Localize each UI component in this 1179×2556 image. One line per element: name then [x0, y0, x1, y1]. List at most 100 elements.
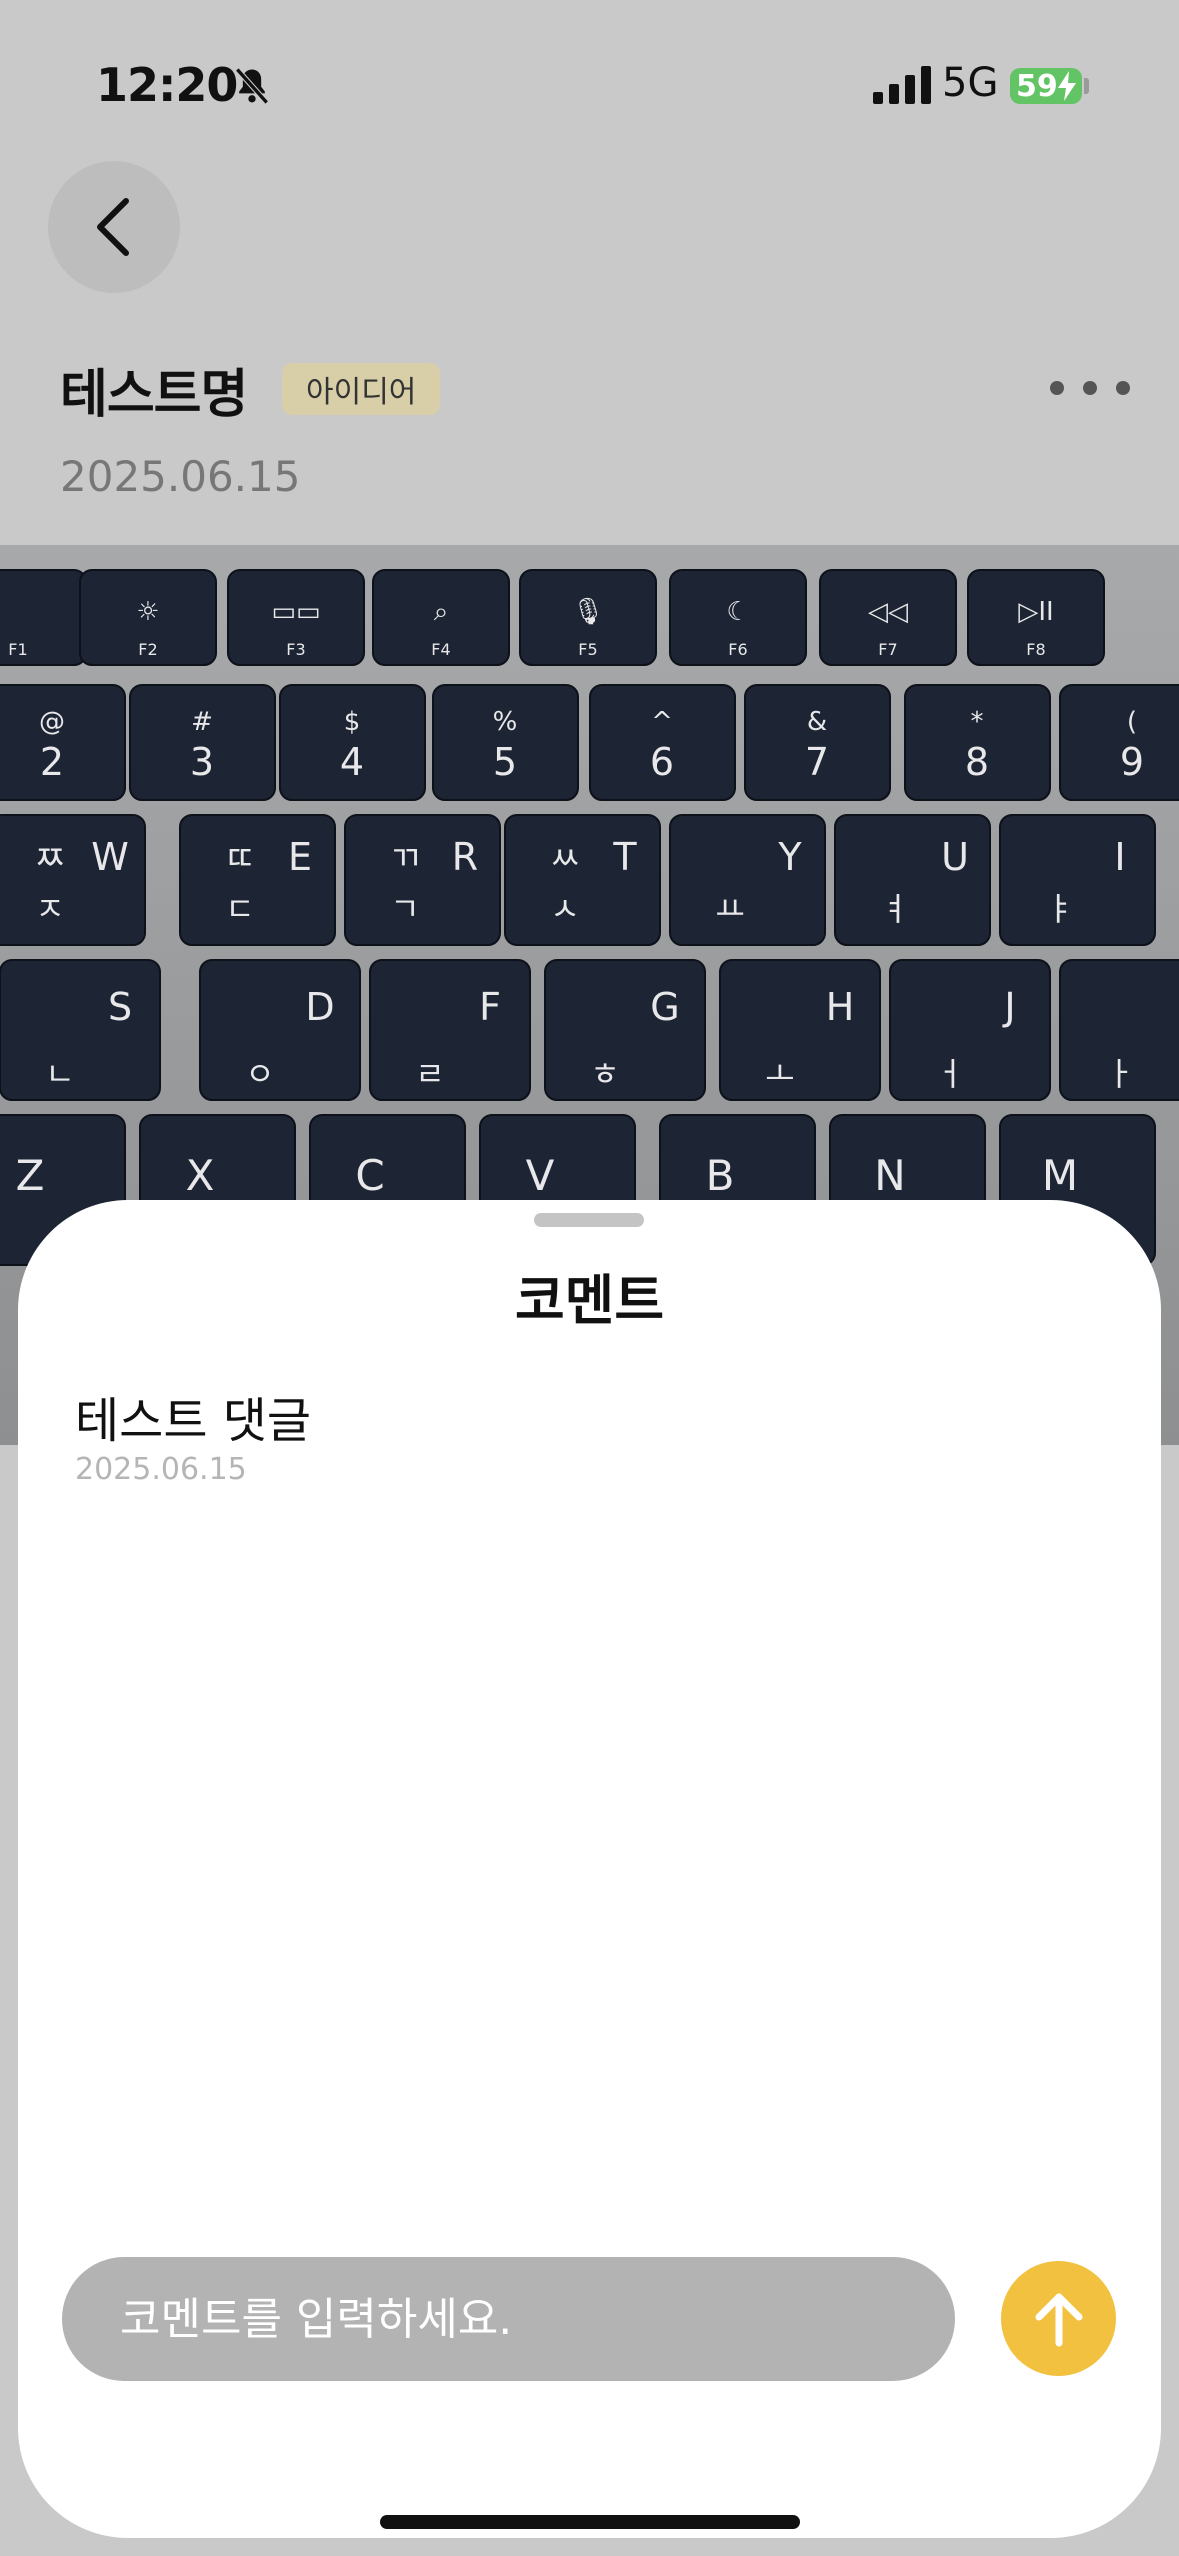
- svg-text:&: &: [807, 707, 827, 737]
- svg-text:C: C: [355, 1151, 384, 1200]
- svg-text:▭▭: ▭▭: [271, 597, 320, 627]
- svg-text:ㄲ: ㄲ: [389, 839, 420, 879]
- comment-input[interactable]: [62, 2257, 955, 2381]
- svg-text:V: V: [526, 1151, 555, 1200]
- svg-text:ㅏ: ㅏ: [1105, 1055, 1134, 1093]
- svg-text:☾: ☾: [726, 597, 749, 627]
- svg-text:🎙: 🎙: [571, 597, 604, 627]
- keyboard-key: @2: [0, 684, 126, 801]
- svg-text:ㅇ: ㅇ: [245, 1055, 274, 1093]
- keyboard-key: ◁◁ F7: [819, 569, 957, 666]
- send-button[interactable]: [1001, 2261, 1116, 2376]
- keyboard-key: ^6: [589, 684, 736, 801]
- svg-text:F1: F1: [8, 640, 27, 659]
- svg-text:ㅕ: ㅕ: [880, 890, 909, 928]
- keyboard-key: Fㄹ: [369, 959, 531, 1101]
- svg-text:ㅅ: ㅅ: [550, 890, 579, 928]
- svg-text:F5: F5: [578, 640, 597, 659]
- keyboard-key: %5: [432, 684, 579, 801]
- svg-text:ㅓ: ㅓ: [935, 1055, 964, 1093]
- network-label: 5G: [942, 60, 999, 106]
- svg-text:ㅈ: ㅈ: [35, 890, 64, 928]
- svg-text:$: $: [344, 707, 361, 737]
- svg-text:ㅑ: ㅑ: [1045, 890, 1074, 928]
- sheet-grabber[interactable]: [534, 1213, 644, 1227]
- svg-text:M: M: [1042, 1151, 1078, 1200]
- svg-text:(: (: [1127, 707, 1137, 737]
- svg-text:ㄸ: ㄸ: [224, 839, 255, 879]
- svg-text:D: D: [305, 985, 334, 1029]
- category-badge: 아이디어: [282, 363, 441, 415]
- keyboard-key: #3: [129, 684, 276, 801]
- keyboard-key: *8: [904, 684, 1051, 801]
- svg-text:ㅛ: ㅛ: [715, 890, 744, 928]
- screen: 12:20 5G 59 테스트명 아이디어 2025.06.15 F1 ☼ F2…: [0, 0, 1179, 2556]
- svg-text:Y: Y: [777, 835, 802, 879]
- svg-text:4: 4: [340, 740, 364, 784]
- svg-text:8: 8: [965, 740, 989, 784]
- svg-text:S: S: [108, 985, 132, 1029]
- signal-icon: [873, 66, 931, 104]
- svg-text:I: I: [1114, 835, 1125, 879]
- svg-text:J: J: [1002, 985, 1015, 1029]
- bell-slash-icon: [235, 67, 269, 105]
- keyboard-key: ▷II F8: [967, 569, 1105, 666]
- keyboard-key: Sㄴ: [0, 959, 161, 1101]
- svg-text:B: B: [706, 1151, 735, 1200]
- svg-text:Z: Z: [16, 1151, 45, 1200]
- svg-text:U: U: [941, 835, 969, 879]
- keyboard-key: ㄲ Rㄱ: [344, 814, 501, 946]
- comment-text: 테스트 댓글: [75, 1393, 312, 1449]
- svg-text:3: 3: [190, 740, 214, 784]
- svg-text:9: 9: [1120, 740, 1144, 784]
- svg-text:F6: F6: [728, 640, 747, 659]
- keyboard-key: F1: [0, 569, 87, 666]
- svg-text:ㄴ: ㄴ: [45, 1055, 74, 1093]
- more-dot-icon: [1083, 381, 1097, 395]
- post-date: 2025.06.15: [60, 452, 301, 501]
- svg-text:%: %: [493, 707, 518, 737]
- keyboard-key: 🎙 F5: [519, 569, 657, 666]
- battery-level: 59: [1016, 68, 1058, 104]
- keyboard-key: Gㅎ: [544, 959, 706, 1101]
- keyboard-key: Yㅛ: [669, 814, 826, 946]
- svg-text:G: G: [650, 985, 679, 1029]
- svg-text:F4: F4: [431, 640, 450, 659]
- svg-text:H: H: [826, 985, 855, 1029]
- svg-text:^: ^: [651, 707, 673, 737]
- svg-text:F8: F8: [1026, 640, 1045, 659]
- keyboard-key: ▭▭ F3: [227, 569, 365, 666]
- svg-text:◁◁: ◁◁: [868, 597, 908, 627]
- keyboard-key: ㅏ: [1059, 959, 1179, 1101]
- svg-text:@: @: [39, 707, 65, 737]
- back-button[interactable]: [48, 161, 180, 293]
- keyboard-key: Iㅑ: [999, 814, 1156, 946]
- svg-text:5: 5: [493, 740, 517, 784]
- svg-text:ㅗ: ㅗ: [765, 1055, 794, 1093]
- svg-text:ㄱ: ㄱ: [390, 890, 419, 928]
- keyboard-key: ㅉ Wㅈ: [0, 814, 146, 946]
- svg-text:▷II: ▷II: [1018, 597, 1053, 627]
- svg-text:N: N: [874, 1151, 905, 1200]
- post-title: 테스트명: [60, 365, 248, 425]
- keyboard-key: ☾ F6: [669, 569, 807, 666]
- svg-text:W: W: [91, 835, 129, 879]
- keyboard-key: ㄸ Eㄷ: [179, 814, 336, 946]
- keyboard-key: Dㅇ: [199, 959, 361, 1101]
- charging-bolt-icon: [1058, 71, 1076, 101]
- svg-text:E: E: [288, 835, 312, 879]
- more-options-button[interactable]: [1050, 368, 1130, 408]
- status-time: 12:20: [96, 58, 238, 112]
- svg-text:2: 2: [40, 740, 64, 784]
- keyboard-key: (9: [1059, 684, 1179, 801]
- arrow-up-icon: [1035, 2293, 1082, 2346]
- svg-text:ㅉ: ㅉ: [34, 839, 65, 879]
- svg-text:#: #: [191, 707, 213, 737]
- svg-text:F: F: [479, 985, 501, 1029]
- home-indicator[interactable]: [380, 2515, 800, 2529]
- svg-text:7: 7: [805, 740, 829, 784]
- svg-text:ㄷ: ㄷ: [225, 890, 254, 928]
- svg-text:☼: ☼: [136, 597, 159, 627]
- svg-text:6: 6: [650, 740, 674, 784]
- keyboard-key: Uㅕ: [834, 814, 991, 946]
